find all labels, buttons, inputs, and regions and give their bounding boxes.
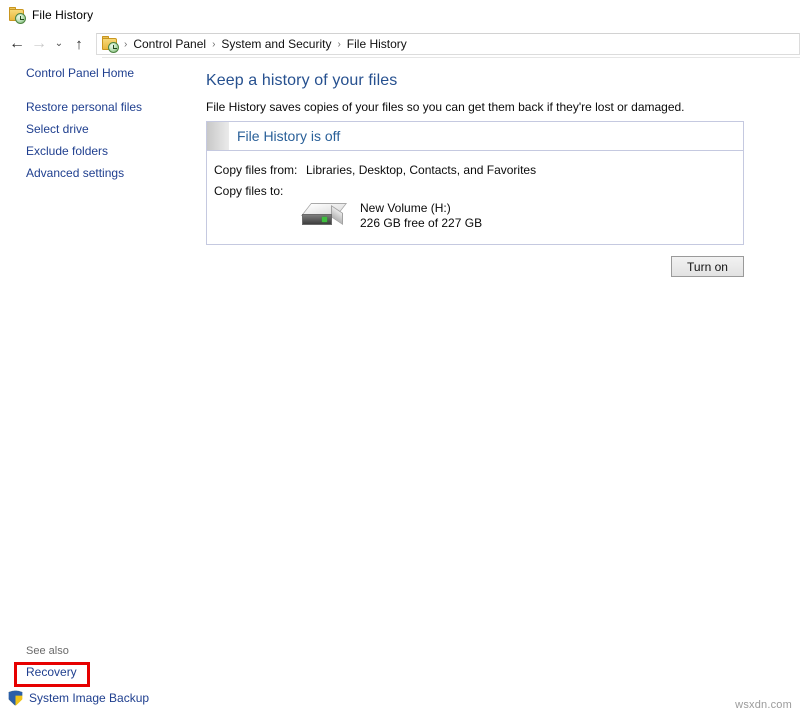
- sidebar: Control Panel Home Restore personal file…: [0, 62, 200, 184]
- uac-shield-icon: [8, 690, 23, 706]
- status-panel-header: File History is off: [207, 122, 743, 151]
- page-title: Keep a history of your files: [206, 72, 766, 90]
- breadcrumb-separator: ›: [121, 39, 130, 50]
- up-icon[interactable]: ↑: [68, 32, 90, 56]
- turn-on-button[interactable]: Turn on: [671, 256, 744, 277]
- page-subtitle: File History saves copies of your files …: [206, 100, 766, 114]
- sidebar-item-restore-personal-files[interactable]: Restore personal files: [0, 96, 200, 118]
- see-also-item-recovery[interactable]: Recovery: [0, 660, 250, 684]
- target-drive-row: New Volume (H:) 226 GB free of 227 GB: [207, 201, 743, 231]
- see-also-item-system-image-backup-row[interactable]: System Image Backup: [0, 684, 250, 710]
- breadcrumb-separator: ›: [209, 39, 218, 50]
- copy-files-from-value: Libraries, Desktop, Contacts, and Favori…: [306, 163, 743, 177]
- breadcrumb-control-panel[interactable]: Control Panel: [130, 37, 209, 51]
- sidebar-item-exclude-folders[interactable]: Exclude folders: [0, 140, 200, 162]
- navigation-bar: ← → ⌄ ↑ › Control Panel › System and Sec…: [0, 30, 800, 58]
- file-history-folder-clock-icon: [9, 7, 25, 23]
- target-drive-details: New Volume (H:) 226 GB free of 227 GB: [360, 201, 482, 231]
- back-icon[interactable]: ←: [6, 32, 28, 56]
- navigation-bar-divider: [102, 57, 800, 58]
- address-bar-file-history-icon: [102, 36, 118, 52]
- copy-files-from-row: Copy files from: Libraries, Desktop, Con…: [207, 163, 743, 184]
- breadcrumb-separator: ›: [334, 39, 343, 50]
- forward-icon: →: [28, 32, 50, 56]
- sidebar-item-advanced-settings[interactable]: Advanced settings: [0, 162, 200, 184]
- file-history-status-panel: File History is off Copy files from: Lib…: [206, 121, 744, 245]
- copy-files-from-label: Copy files from:: [214, 163, 306, 177]
- status-title: File History is off: [229, 128, 340, 144]
- recent-locations-chevron-down-icon[interactable]: ⌄: [50, 32, 68, 56]
- sidebar-spacer: [0, 84, 200, 96]
- sidebar-item-control-panel-home[interactable]: Control Panel Home: [0, 62, 200, 84]
- drive-name: New Volume (H:): [360, 201, 482, 216]
- main-content: Keep a history of your files File Histor…: [206, 72, 766, 126]
- external-hard-drive-icon: [300, 201, 346, 231]
- status-indicator-swatch: [207, 122, 229, 150]
- sidebar-item-select-drive[interactable]: Select drive: [0, 118, 200, 140]
- see-also-item-system-image-backup[interactable]: System Image Backup: [23, 686, 149, 710]
- breadcrumb-system-and-security[interactable]: System and Security: [218, 37, 334, 51]
- address-bar[interactable]: › Control Panel › System and Security › …: [96, 33, 800, 55]
- copy-files-to-value: [306, 184, 743, 198]
- see-also-heading: See also: [0, 645, 250, 660]
- watermark: wsxdn.com: [735, 699, 792, 711]
- see-also-section: See also Recovery System Image Backup: [0, 645, 250, 710]
- copy-files-to-label: Copy files to:: [214, 184, 306, 198]
- breadcrumb-file-history[interactable]: File History: [344, 37, 410, 51]
- window-title: File History: [32, 8, 93, 22]
- window-title-bar: File History: [0, 0, 800, 30]
- drive-capacity: 226 GB free of 227 GB: [360, 216, 482, 231]
- status-panel-body: Copy files from: Libraries, Desktop, Con…: [207, 151, 743, 231]
